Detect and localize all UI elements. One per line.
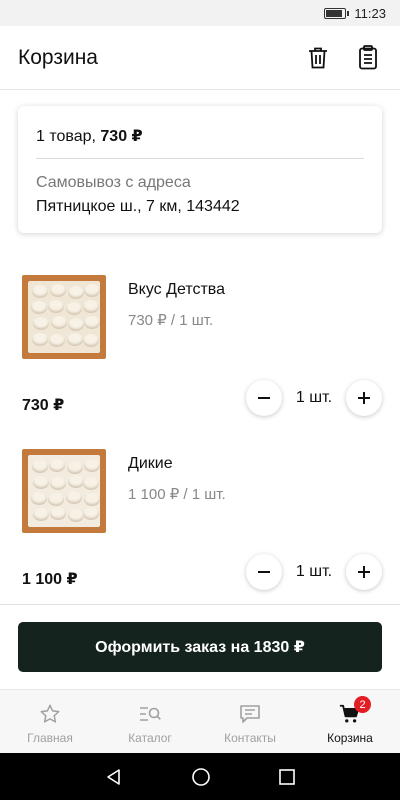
back-icon[interactable]: [104, 767, 124, 787]
tab-label: Корзина: [327, 731, 373, 745]
recents-icon[interactable]: [278, 768, 296, 786]
product-total: 730 ₽: [22, 397, 65, 414]
product-unit-price: 730 ₽ / 1 шт.: [128, 312, 214, 329]
status-time: 11:23: [354, 5, 386, 21]
quantity-value: 1 шт.: [295, 389, 333, 406]
bottom-tab-bar: Главная Каталог Контакты 2 Корзина: [0, 689, 400, 753]
clipboard-icon: [359, 45, 377, 70]
cart-item: Дикие 1 100 ₽ / 1 шт. 1 100 ₽ 1 шт.: [0, 449, 400, 604]
checkout-button[interactable]: Оформить заказ на 1830 ₽: [18, 622, 382, 672]
system-navigation-bar: [0, 753, 400, 800]
pickup-label: Самовывоз с адреса: [36, 174, 191, 191]
tab-label: Каталог: [128, 731, 172, 745]
status-bar: 11:23: [0, 0, 400, 26]
summary-count: 1 товар, 730 ₽: [36, 126, 143, 146]
order-area: Оформить заказ на 1830 ₽: [0, 605, 400, 689]
product-unit-price: 1 100 ₽ / 1 шт.: [128, 486, 226, 503]
catalog-search-icon: [140, 707, 161, 721]
quantity-stepper: 1 шт.: [246, 554, 382, 590]
cart-item: Вкус Детства 730 ₽ / 1 шт. 730 ₽ 1 шт.: [0, 275, 400, 450]
product-name[interactable]: Дикие: [128, 455, 173, 473]
tab-label: Главная: [27, 731, 73, 745]
product-image[interactable]: [22, 449, 106, 533]
app-header: Корзина: [0, 26, 400, 90]
order-history-button[interactable]: [354, 44, 382, 72]
decrease-button[interactable]: [246, 554, 282, 590]
cart-content: 1 товар, 730 ₽ Самовывоз с адреса Пятниц…: [0, 90, 400, 604]
tab-contacts[interactable]: Контакты: [200, 690, 300, 753]
product-name[interactable]: Вкус Детства: [128, 281, 225, 299]
quantity-stepper: 1 шт.: [246, 380, 382, 416]
divider: [36, 158, 364, 159]
page-title: Корзина: [18, 45, 98, 69]
plus-icon: [358, 566, 370, 578]
trash-icon: [309, 47, 327, 68]
plus-icon: [358, 392, 370, 404]
battery-icon: [324, 7, 350, 19]
tab-label: Контакты: [224, 731, 276, 745]
increase-button[interactable]: [346, 380, 382, 416]
decrease-button[interactable]: [246, 380, 282, 416]
summary-total: 730 ₽: [100, 128, 143, 145]
order-summary-card: 1 товар, 730 ₽ Самовывоз с адреса Пятниц…: [18, 106, 382, 233]
home-icon[interactable]: [191, 767, 211, 787]
item-count-label: 1 товар,: [36, 128, 96, 145]
chat-icon: [240, 705, 260, 723]
tab-catalog[interactable]: Каталог: [100, 690, 200, 753]
star-icon: [40, 704, 60, 723]
clear-cart-button[interactable]: [304, 44, 332, 72]
pickup-address: Пятницкое ш., 7 км, 143442: [36, 198, 240, 215]
product-total: 1 100 ₽: [22, 571, 78, 588]
quantity-value: 1 шт.: [295, 563, 333, 580]
tab-home[interactable]: Главная: [0, 690, 100, 753]
product-image[interactable]: [22, 275, 106, 359]
tab-cart[interactable]: 2 Корзина: [300, 690, 400, 753]
cart-badge: 2: [354, 696, 371, 713]
minus-icon: [258, 397, 270, 399]
minus-icon: [258, 571, 270, 573]
increase-button[interactable]: [346, 554, 382, 590]
